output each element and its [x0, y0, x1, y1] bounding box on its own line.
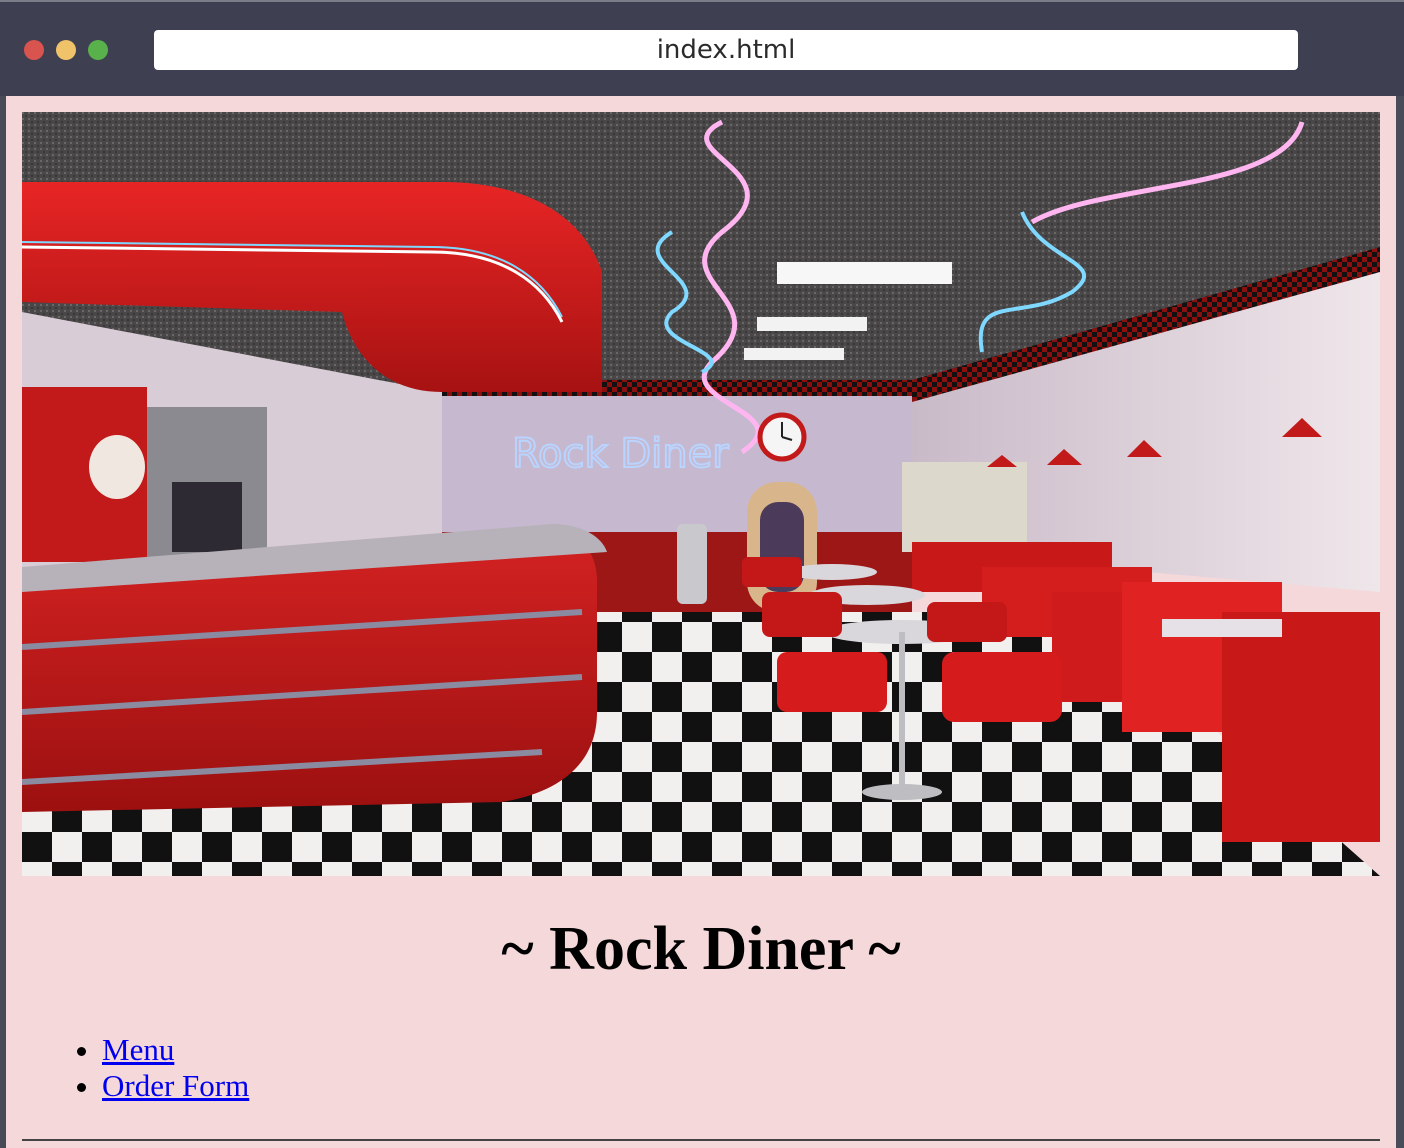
horizontal-rule — [22, 1139, 1380, 1141]
nav-item-menu: Menu — [102, 1032, 249, 1068]
diner-hero-image: Rock Diner — [22, 112, 1380, 876]
browser-titlebar: index.html — [0, 0, 1404, 96]
window-right-edge — [1396, 96, 1404, 1148]
order-form-link[interactable]: Order Form — [102, 1068, 249, 1103]
page-viewport: Rock Diner ~ Rock Diner ~ • Menu • Order… — [6, 96, 1396, 1148]
menu-link[interactable]: Menu — [102, 1032, 174, 1067]
browser-window: index.html Rock Diner ~ Rock Diner ~ • M… — [0, 0, 1404, 1148]
nav-item-order-form: Order Form — [102, 1068, 249, 1104]
address-bar[interactable]: index.html — [154, 30, 1298, 70]
page-title: ~ Rock Diner ~ — [501, 915, 901, 983]
main-nav: Menu Order Form — [62, 1032, 249, 1104]
minimize-window-button[interactable] — [56, 40, 76, 60]
close-window-button[interactable] — [24, 40, 44, 60]
neon-sign-rock: Rock Diner — [512, 431, 729, 477]
maximize-window-button[interactable] — [88, 40, 108, 60]
